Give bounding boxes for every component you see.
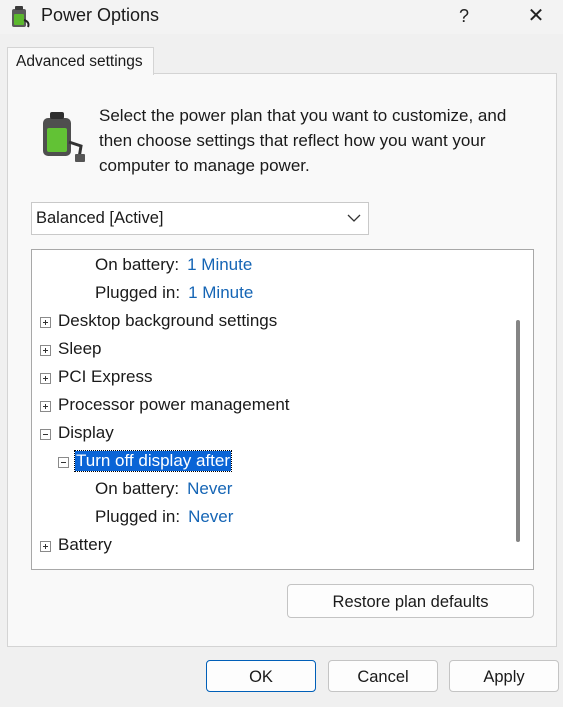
tab-advanced-settings[interactable]: Advanced settings	[7, 47, 154, 75]
apply-button[interactable]: Apply	[449, 660, 559, 692]
settings-tree[interactable]: On battery: 1 Minute Plugged in: 1 Minute …	[31, 249, 534, 570]
tree-node-desktop-background[interactable]: Desktop background settings	[58, 311, 277, 331]
window-title: Power Options	[41, 5, 160, 25]
expand-icon[interactable]	[40, 401, 51, 412]
title-bar: Power Options ? ✕	[0, 0, 563, 34]
power-plan-select[interactable]: Balanced [Active]	[31, 202, 369, 235]
tab-label: Advanced settings	[16, 53, 143, 70]
tree-row-on-battery[interactable]: On battery: 1 Minute	[95, 255, 252, 281]
power-plan-icon	[43, 112, 85, 162]
power-plan-value: Balanced [Active]	[36, 209, 164, 227]
tree-row-display-on-battery[interactable]: On battery: Never	[95, 479, 232, 505]
collapse-icon[interactable]	[40, 429, 51, 440]
restore-defaults-button[interactable]: Restore plan defaults	[287, 584, 534, 618]
expand-icon[interactable]	[40, 345, 51, 356]
setting-value[interactable]: 1 Minute	[188, 283, 253, 302]
tree-node-pci-express[interactable]: PCI Express	[58, 367, 152, 387]
setting-value[interactable]: Never	[187, 479, 232, 498]
setting-label: Plugged in:	[95, 283, 181, 302]
setting-value[interactable]: Never	[188, 507, 233, 526]
setting-label: Plugged in:	[95, 507, 181, 526]
tree-node-battery[interactable]: Battery	[58, 535, 112, 555]
collapse-icon[interactable]	[58, 457, 69, 468]
scrollbar-thumb[interactable]	[516, 320, 520, 542]
cancel-button[interactable]: Cancel	[328, 660, 438, 692]
tree-node-processor-power[interactable]: Processor power management	[58, 395, 290, 415]
tree-node-display[interactable]: Display	[58, 423, 114, 443]
setting-value[interactable]: 1 Minute	[187, 255, 252, 274]
expand-icon[interactable]	[40, 317, 51, 328]
setting-label: On battery:	[95, 479, 180, 498]
chevron-down-icon	[347, 214, 361, 222]
battery-plug-icon	[12, 6, 30, 28]
expand-icon[interactable]	[40, 541, 51, 552]
tree-row-plugged-in[interactable]: Plugged in: 1 Minute	[95, 283, 253, 309]
tree-node-sleep[interactable]: Sleep	[58, 339, 101, 359]
tree-node-turn-off-display[interactable]: Turn off display after	[73, 450, 233, 472]
close-button[interactable]: ✕	[514, 0, 558, 32]
description-text: Select the power plan that you want to c…	[99, 106, 507, 175]
help-button[interactable]: ?	[447, 0, 481, 32]
ok-button[interactable]: OK	[206, 660, 316, 692]
setting-label: On battery:	[95, 255, 180, 274]
tree-row-display-plugged-in[interactable]: Plugged in: Never	[95, 507, 233, 533]
expand-icon[interactable]	[40, 373, 51, 384]
